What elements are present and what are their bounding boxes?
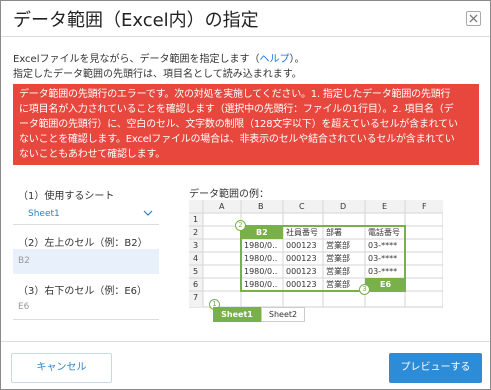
cancel-button[interactable]: キャンセル bbox=[11, 353, 112, 383]
error-line: に項目名が入力されていることを確認します（選択中の先頭行：ファイルの1行目）。2… bbox=[19, 104, 454, 115]
header-divider bbox=[1, 36, 490, 37]
column-header: F bbox=[422, 202, 427, 211]
data-cell: 000123 bbox=[286, 241, 317, 250]
close-icon bbox=[469, 14, 478, 23]
row-header: 3 bbox=[193, 241, 199, 250]
error-line: ないこともあわせて確認します。 bbox=[19, 149, 165, 160]
column-header: C bbox=[299, 202, 305, 211]
column-header: E bbox=[382, 202, 388, 211]
bottom-right-input[interactable]: E6 bbox=[13, 295, 159, 320]
intro-line1-suffix: ）。 bbox=[289, 54, 305, 65]
data-cell: 営業部 bbox=[326, 267, 350, 276]
data-cell: 000123 bbox=[286, 267, 317, 276]
header-cell: 部署 bbox=[326, 228, 342, 237]
sheet-tab-sheet2: Sheet2 bbox=[261, 307, 305, 322]
error-line: ータ範囲の先頭行）に、空白のセル、文字数の制限（128文字以下）を超えているセル… bbox=[19, 119, 458, 130]
data-cell: 03-**** bbox=[368, 254, 398, 263]
row-header: 6 bbox=[193, 280, 199, 289]
column-header: A bbox=[219, 202, 225, 211]
preview-button[interactable]: プレビューする bbox=[389, 353, 482, 383]
footer-divider bbox=[1, 341, 490, 342]
close-button[interactable] bbox=[466, 11, 481, 26]
cell-b2: B2 bbox=[256, 228, 268, 237]
example-spreadsheet: A B C D E F 1 2 3 4 5 6 7 B2 社員番号 部署 電話番… bbox=[189, 200, 443, 323]
chevron-down-icon bbox=[143, 210, 153, 216]
data-cell: 営業部 bbox=[326, 280, 350, 289]
data-cell: 営業部 bbox=[326, 241, 350, 250]
header-cell: 社員番号 bbox=[286, 228, 318, 237]
column-header: D bbox=[340, 202, 347, 211]
sheet-tab-sheet1: Sheet1 bbox=[213, 307, 261, 322]
sheet-select-value: Sheet1 bbox=[28, 209, 60, 219]
error-line: データ範囲の先頭行のエラーです。次の対処を実施してください。1. 指定したデータ… bbox=[19, 89, 451, 100]
column-header: B bbox=[258, 202, 264, 211]
data-cell: 03-**** bbox=[368, 267, 398, 276]
data-cell: 000123 bbox=[286, 280, 317, 289]
intro-text: Excelファイルを見ながら、データ範囲を指定します（ヘルプ）。 指定したデータ… bbox=[13, 52, 305, 82]
row-header: 1 bbox=[193, 215, 199, 224]
data-cell: 営業部 bbox=[326, 254, 350, 263]
badge-2: 2 bbox=[235, 220, 246, 231]
example-label: データ範囲の例： bbox=[189, 189, 269, 200]
top-left-input[interactable]: B2 bbox=[13, 249, 159, 274]
row-header: 7 bbox=[193, 293, 199, 302]
top-left-label: （2）左上のセル（例：B2） bbox=[18, 238, 148, 249]
badge-3: 3 bbox=[359, 284, 370, 295]
data-cell: 1980/0.. bbox=[244, 280, 278, 289]
error-line: ないことを確認します。Excelファイルの場合は、非表示のセルや結合されているセ… bbox=[19, 134, 455, 145]
data-cell: 1980/0.. bbox=[244, 254, 278, 263]
data-cell: 1980/0.. bbox=[244, 267, 278, 276]
row-header: 2 bbox=[193, 228, 199, 237]
row-header: 5 bbox=[193, 267, 199, 276]
dialog-title: データ範囲（Excel内）の指定 bbox=[13, 10, 259, 31]
sheet-select[interactable]: Sheet1 bbox=[13, 202, 159, 225]
data-cell: 1980/0.. bbox=[244, 241, 278, 250]
help-link[interactable]: ヘルプ bbox=[260, 54, 290, 65]
header-cell: 電話番号 bbox=[368, 228, 400, 237]
cell-e6: E6 bbox=[380, 280, 392, 289]
sheet-label: （1）使用するシート bbox=[18, 191, 115, 202]
row-header: 4 bbox=[193, 254, 199, 263]
intro-line1: Excelファイルを見ながら、データ範囲を指定します（ bbox=[13, 54, 260, 65]
range-dialog: データ範囲（Excel内）の指定 Excelファイルを見ながら、データ範囲を指定… bbox=[0, 0, 491, 390]
data-cell: 03-**** bbox=[368, 241, 398, 250]
intro-line2: 指定したデータ範囲の先頭行は、項目名として読み込まれます。 bbox=[13, 69, 302, 80]
data-cell: 000123 bbox=[286, 254, 317, 263]
error-message: データ範囲の先頭行のエラーです。次の対処を実施してください。1. 指定したデータ… bbox=[13, 84, 479, 165]
